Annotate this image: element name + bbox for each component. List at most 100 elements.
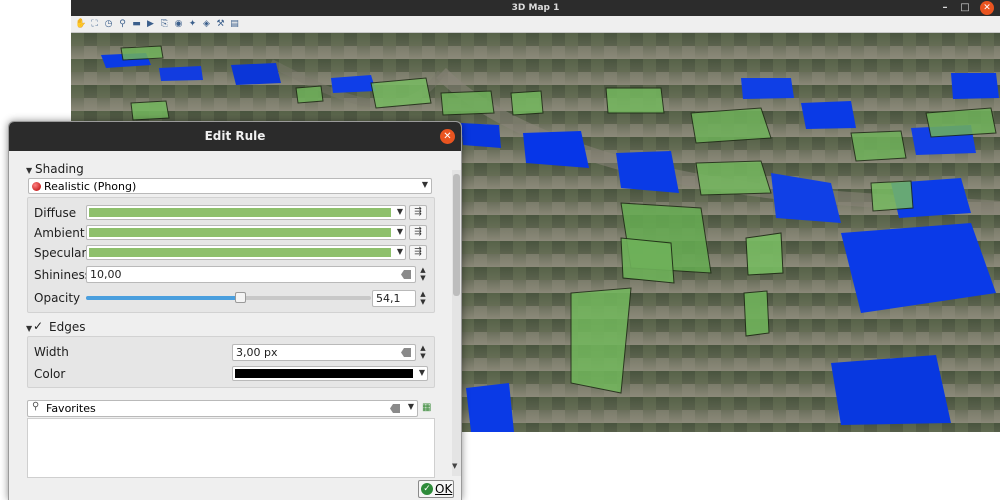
building xyxy=(130,100,170,121)
ok-button[interactable]: ✓ OK xyxy=(418,480,454,498)
diffuse-color-swatch xyxy=(89,208,391,217)
identify-icon[interactable]: ◷ xyxy=(103,19,114,30)
chevron-down-icon[interactable]: ▼ xyxy=(408,402,414,411)
edge-width-value: 3,00 px xyxy=(236,346,278,359)
dialog-scrollbar[interactable] xyxy=(452,170,461,476)
scroll-down-icon[interactable]: ▼ xyxy=(452,462,457,470)
building xyxy=(801,101,856,129)
ok-label: OK xyxy=(435,482,453,496)
specular-color-button[interactable]: ▼ xyxy=(86,245,406,260)
dialog-titlebar: Edit Rule ✕ xyxy=(9,122,461,151)
building xyxy=(159,66,203,81)
building xyxy=(331,75,376,93)
measure-icon[interactable]: ⚲ xyxy=(117,19,128,30)
ambient-label: Ambient xyxy=(34,226,85,240)
diffuse-color-button[interactable]: ▼ xyxy=(86,205,406,220)
building xyxy=(951,73,999,99)
edges-collapse-icon[interactable]: ▼ xyxy=(26,324,32,333)
building xyxy=(510,90,544,116)
edge-color-button[interactable]: ▼ xyxy=(232,366,428,381)
shininess-spinbox[interactable]: 10,00 xyxy=(86,266,416,283)
edges-checkbox[interactable]: ✓ xyxy=(33,319,43,333)
options-icon[interactable]: ▤ xyxy=(229,19,240,30)
edge-color-label: Color xyxy=(34,367,66,381)
building xyxy=(925,107,997,138)
clear-icon[interactable] xyxy=(390,404,400,413)
clear-icon[interactable] xyxy=(401,270,411,279)
data-defined-override-icon[interactable]: ⇶ xyxy=(409,245,427,260)
zoom-full-icon[interactable]: ⛶ xyxy=(89,19,100,30)
building xyxy=(605,87,665,114)
shininess-value: 10,00 xyxy=(90,268,122,281)
layers-icon[interactable]: ◈ xyxy=(201,19,212,30)
dialog-close-button[interactable]: ✕ xyxy=(440,129,455,144)
opacity-slider-track[interactable] xyxy=(86,292,371,303)
opacity-spinbox[interactable]: 54,1 xyxy=(372,290,416,307)
data-defined-override-icon[interactable]: ⇶ xyxy=(409,205,427,220)
building xyxy=(570,287,632,394)
edit-rule-dialog: Edit Rule ✕ ▼ Shading Realistic (Phong) … xyxy=(8,121,462,500)
shininess-stepper-icon[interactable]: ▲ ▼ xyxy=(418,266,428,283)
shading-collapse-icon[interactable]: ▼ xyxy=(26,166,32,175)
edges-section-label: Edges xyxy=(49,320,86,334)
opacity-stepper-icon[interactable]: ▲ ▼ xyxy=(418,290,428,307)
settings-icon[interactable]: ✦ xyxy=(187,19,198,30)
opacity-slider-fill xyxy=(86,296,241,300)
close-button[interactable]: ✕ xyxy=(980,1,994,15)
shininess-label: Shininess xyxy=(34,268,91,282)
specular-label: Specular xyxy=(34,246,87,260)
building xyxy=(120,45,164,61)
edge-width-label: Width xyxy=(34,345,69,359)
dialog-title: Edit Rule xyxy=(204,129,266,143)
building xyxy=(620,237,675,284)
clear-icon[interactable] xyxy=(401,348,411,357)
building xyxy=(870,180,914,212)
building xyxy=(461,123,501,148)
symbol-list[interactable] xyxy=(27,418,435,478)
building xyxy=(745,232,784,276)
play-icon[interactable]: ▶ xyxy=(145,19,156,30)
export-icon[interactable]: ⎘ xyxy=(159,19,170,30)
building xyxy=(466,383,514,432)
edge-width-spinbox[interactable]: 3,00 px xyxy=(232,344,416,361)
building xyxy=(831,355,951,425)
building xyxy=(695,160,772,196)
maximize-button[interactable]: □ xyxy=(958,1,972,15)
camera-icon[interactable]: ◉ xyxy=(173,19,184,30)
minimize-button[interactable]: – xyxy=(938,1,952,15)
data-defined-override-icon[interactable]: ⇶ xyxy=(409,225,427,240)
check-icon: ✓ xyxy=(421,483,433,495)
animation-icon[interactable]: ▬ xyxy=(131,19,142,30)
phong-sphere-icon xyxy=(32,182,41,191)
favorites-search-input[interactable]: ⚲ Favorites ▼ xyxy=(27,400,418,417)
specular-color-swatch xyxy=(89,248,391,257)
map-toolbar: ✋ ⛶ ◷ ⚲ ▬ ▶ ⎘ ◉ ✦ ◈ ⚒ ▤ xyxy=(71,16,1000,33)
chevron-down-icon: ▼ xyxy=(396,227,403,236)
opacity-label: Opacity xyxy=(34,291,81,305)
pan-icon[interactable]: ✋ xyxy=(75,19,86,30)
diffuse-label: Diffuse xyxy=(34,206,77,220)
shading-section-label: Shading xyxy=(35,162,84,176)
building xyxy=(690,107,772,144)
building xyxy=(616,151,679,193)
shading-model-select[interactable]: Realistic (Phong) ▼ xyxy=(28,178,432,194)
opacity-value: 54,1 xyxy=(376,292,401,305)
edge-width-stepper-icon[interactable]: ▲ ▼ xyxy=(418,344,428,361)
building xyxy=(741,78,794,99)
chevron-down-icon: ▼ xyxy=(396,207,403,216)
map-window-titlebar: 3D Map 1 – □ ✕ xyxy=(71,0,1000,16)
tools-icon[interactable]: ⚒ xyxy=(215,19,226,30)
building xyxy=(850,130,907,162)
chevron-down-icon: ▼ xyxy=(418,368,425,377)
ambient-color-swatch xyxy=(89,228,391,237)
opacity-slider-handle[interactable] xyxy=(235,292,247,303)
building xyxy=(231,63,281,85)
building xyxy=(523,131,589,168)
scrollbar-thumb[interactable] xyxy=(453,174,460,296)
building xyxy=(743,290,770,337)
building xyxy=(370,77,432,109)
style-manager-icon[interactable]: ▦ xyxy=(422,401,434,414)
search-icon: ⚲ xyxy=(32,401,40,412)
ambient-color-button[interactable]: ▼ xyxy=(86,225,406,240)
chevron-down-icon: ▼ xyxy=(421,180,428,189)
